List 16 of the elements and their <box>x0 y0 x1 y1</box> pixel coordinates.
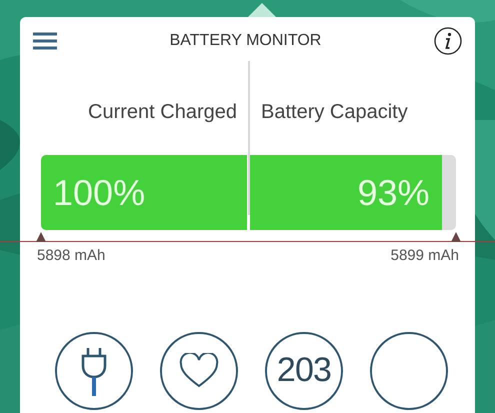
gauge-label: Battery Capacity <box>261 101 408 123</box>
round-button[interactable] <box>370 332 448 410</box>
gauge-label: Current Charged <box>88 100 237 125</box>
capacity-reading: 5898 mAh <box>37 246 106 266</box>
percent-reading: 100% <box>53 170 146 214</box>
menu-icon[interactable] <box>33 32 57 50</box>
popover-arrow <box>248 3 276 17</box>
info-icon[interactable] <box>434 27 462 55</box>
percent-reading: 93% <box>358 170 430 214</box>
plug-icon <box>80 346 108 396</box>
count-button[interactable]: 203 <box>265 332 343 410</box>
plug-button[interactable] <box>55 332 133 410</box>
favorite-button[interactable] <box>160 332 238 410</box>
heart-icon <box>179 352 219 388</box>
window-title: BATTERY MONITOR <box>170 31 322 51</box>
capacity-reading: 5899 mAh <box>390 246 459 266</box>
